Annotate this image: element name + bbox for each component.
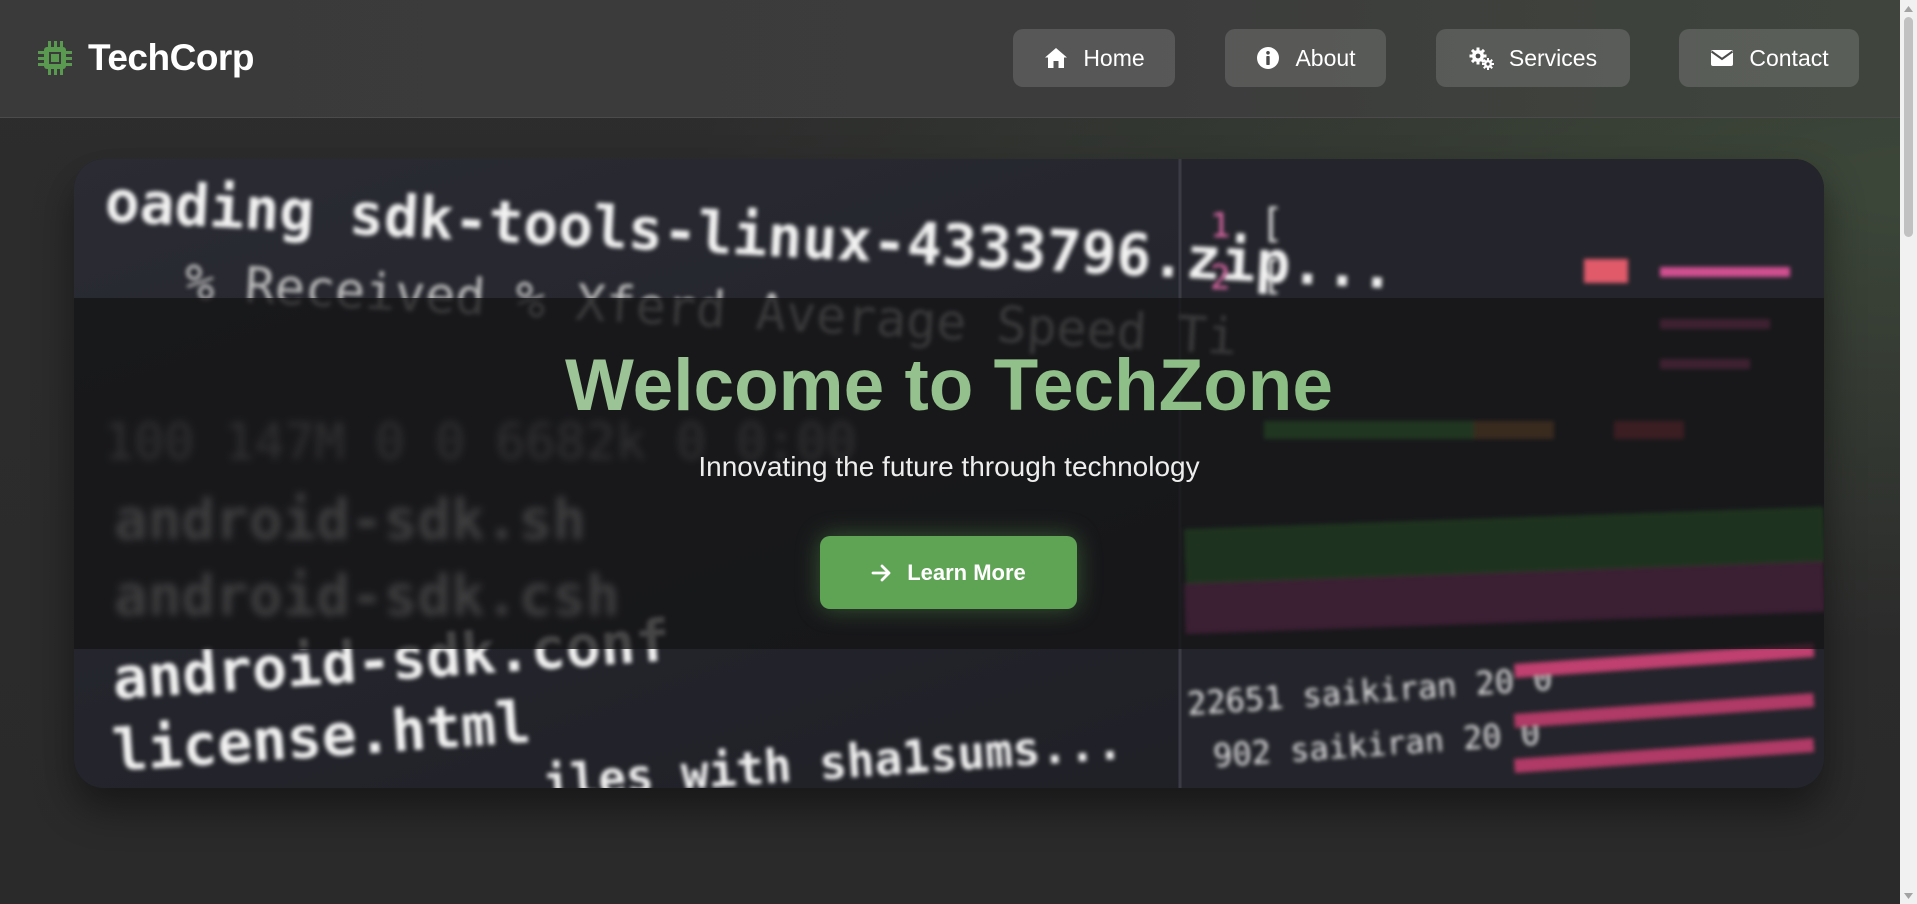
nav-services-button[interactable]: Services (1436, 29, 1630, 87)
brand-name: TechCorp (88, 37, 254, 78)
info-icon (1257, 47, 1280, 69)
learn-more-label: Learn More (907, 559, 1026, 585)
hero-title: Welcome to TechZone (74, 341, 1824, 431)
page: TechCorp Home About Services Contact oad… (0, 0, 1917, 904)
chip-icon (38, 41, 72, 75)
nav-services-label: Services (1508, 44, 1598, 71)
cogs-icon (1469, 47, 1494, 70)
envelope-icon (1711, 50, 1734, 66)
nav-home-button[interactable]: Home (1013, 29, 1175, 87)
nav-about-label: About (1295, 44, 1356, 71)
site-header: TechCorp Home About Services Contact (0, 0, 1900, 118)
nav-contact-label: Contact (1749, 44, 1829, 71)
learn-more-button[interactable]: Learn More (820, 536, 1077, 609)
nav-contact-button[interactable]: Contact (1679, 29, 1859, 87)
vertical-scrollbar[interactable] (1900, 0, 1917, 904)
brand[interactable]: TechCorp (36, 36, 254, 80)
home-icon (1045, 48, 1068, 68)
nav-home-label: Home (1083, 44, 1145, 71)
svg-text:1: 1 (1210, 206, 1230, 246)
svg-text:[: [ (1260, 201, 1284, 247)
nav-about-button[interactable]: About (1225, 29, 1386, 87)
hero-subtitle: Innovating the future through technology (698, 451, 1200, 482)
arrow-right-icon (871, 564, 891, 581)
hero-banner: oading sdk-tools-linux-4333796.zip... % … (74, 159, 1824, 788)
svg-text:2: 2 (1210, 258, 1230, 298)
scrollbar-thumb[interactable] (1904, 17, 1913, 237)
scroll-up-icon[interactable] (1900, 0, 1917, 17)
svg-text:[: [ (1260, 253, 1284, 299)
scroll-down-icon[interactable] (1900, 887, 1917, 904)
